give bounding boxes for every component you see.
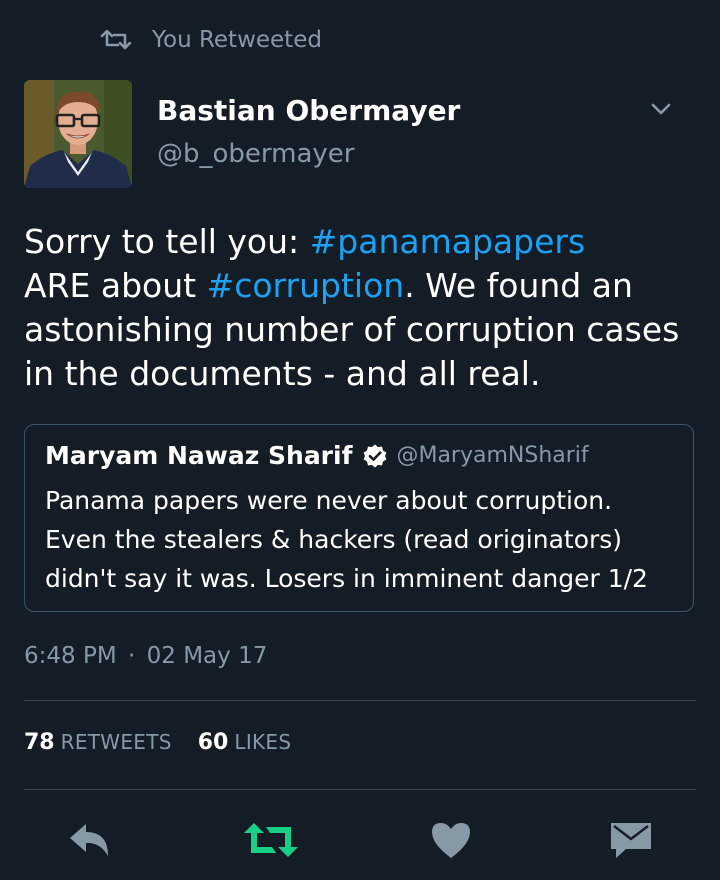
tweet-text: Sorry to tell you: #panamapapers ARE abo… xyxy=(24,220,704,396)
avatar[interactable] xyxy=(24,80,132,188)
tweet-line: in the documents - and all real. xyxy=(24,354,541,393)
direct-message-button[interactable] xyxy=(606,816,656,864)
divider xyxy=(24,789,696,790)
heart-icon xyxy=(432,823,470,858)
quoted-tweet-card[interactable]: Maryam Nawaz Sharif @MaryamNSharif Panam… xyxy=(24,424,694,612)
chevron-down-icon[interactable] xyxy=(646,98,676,120)
retweets-label[interactable]: RETWEETS xyxy=(61,730,172,754)
tweet-detail: You Retweeted Bastian Obermayer @b_oberm… xyxy=(0,0,720,880)
quoted-author-name: Maryam Nawaz Sharif xyxy=(45,441,353,470)
author-handle[interactable]: @b_obermayer xyxy=(157,139,354,169)
quoted-author-handle: @MaryamNSharif xyxy=(396,443,589,468)
hashtag-link[interactable]: #panamapapers xyxy=(310,222,586,261)
divider xyxy=(24,700,696,701)
author-name[interactable]: Bastian Obermayer xyxy=(157,94,460,127)
social-context-label: You Retweeted xyxy=(152,27,322,53)
avatar-image xyxy=(24,80,132,188)
quoted-tweet-line: didn't say it was. Losers in imminent da… xyxy=(45,564,648,593)
envelope-icon xyxy=(611,823,651,858)
quoted-tweet-line: Panama papers were never about corruptio… xyxy=(45,486,613,515)
retweet-icon xyxy=(100,30,132,50)
tweet-timestamp: 6:48 PM · 02 May 17 xyxy=(24,643,267,669)
tweet-line: Sorry to tell you: #panamapapers xyxy=(24,222,586,261)
likes-count[interactable]: 60 xyxy=(198,730,229,755)
tweet-action-bar xyxy=(0,812,720,868)
tweet-stats: 78 RETWEETS 60 LIKES xyxy=(24,730,291,755)
timestamp-date: 02 May 17 xyxy=(146,643,268,669)
tweet-line: astonishing number of corruption cases xyxy=(24,310,680,349)
tweet-line: ARE about #corruption. We found an xyxy=(24,266,633,305)
reply-icon xyxy=(70,824,108,856)
retweet-icon xyxy=(244,823,298,857)
hashtag-link[interactable]: #corruption xyxy=(207,266,405,305)
retweet-button[interactable] xyxy=(242,816,300,864)
quoted-tweet-header: Maryam Nawaz Sharif @MaryamNSharif xyxy=(45,441,589,470)
social-context[interactable]: You Retweeted xyxy=(100,22,322,58)
timestamp-time: 6:48 PM xyxy=(24,643,117,669)
verified-badge-icon xyxy=(364,444,387,467)
quoted-tweet-text: Panama papers were never about corruptio… xyxy=(45,481,685,598)
quoted-tweet-line: Even the stealers & hackers (read origin… xyxy=(45,525,623,554)
likes-label[interactable]: LIKES xyxy=(234,730,291,754)
like-button[interactable] xyxy=(428,816,474,864)
timestamp-separator: · xyxy=(128,643,136,669)
reply-button[interactable] xyxy=(64,816,116,864)
retweets-count[interactable]: 78 xyxy=(24,730,55,755)
